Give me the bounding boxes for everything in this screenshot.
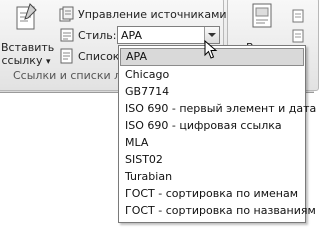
small-doc-icon[interactable] bbox=[292, 9, 306, 23]
style-option-sist02[interactable]: SIST02 bbox=[120, 151, 304, 169]
style-option-iso690-first-element[interactable]: ISO 690 - первый элемент и дата bbox=[120, 100, 316, 118]
insert-caption-icon bbox=[252, 3, 272, 28]
style-icon bbox=[60, 28, 74, 42]
small-doc-icon[interactable] bbox=[292, 29, 306, 43]
insert-citation-label: Вставить ссылку ▾ bbox=[1, 41, 55, 67]
style-option-gost-names[interactable]: ГОСТ - сортировка по именам bbox=[120, 185, 304, 203]
insert-citation-button[interactable]: Вставить ссылку ▾ bbox=[1, 1, 54, 67]
mouse-cursor-icon bbox=[204, 40, 218, 59]
style-option-gost-titles[interactable]: ГОСТ - сортировка по названиям bbox=[120, 202, 316, 220]
chevron-down-icon: ▾ bbox=[45, 57, 51, 67]
insert-caption-button[interactable]: Вставить bbox=[246, 3, 299, 54]
style-option-gb7714[interactable]: GB7714 bbox=[120, 83, 304, 101]
style-option-turabian[interactable]: Turabian bbox=[120, 168, 304, 186]
style-option-iso690-numeric[interactable]: ISO 690 - цифровая ссылка bbox=[120, 117, 304, 135]
manage-sources-label: Управление источниками bbox=[78, 8, 227, 21]
style-value: APA bbox=[121, 29, 142, 42]
style-option-chicago[interactable]: Chicago bbox=[120, 66, 304, 84]
manage-sources-icon bbox=[59, 6, 74, 22]
style-option-mla[interactable]: MLA bbox=[120, 134, 304, 152]
bibliography-icon bbox=[60, 48, 73, 64]
style-dropdown-list: APA Chicago GB7714 ISO 690 - первый элем… bbox=[118, 45, 316, 223]
insert-citation-icon bbox=[16, 3, 37, 30]
style-label: Стиль: bbox=[78, 29, 117, 42]
